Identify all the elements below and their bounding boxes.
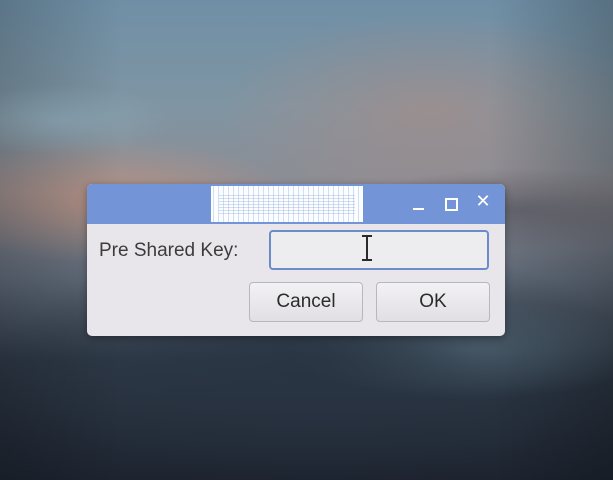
- desktop-background: ✕ Pre Shared Key: Cancel OK: [0, 0, 613, 480]
- pre-shared-key-input[interactable]: [269, 230, 489, 270]
- minimize-button[interactable]: [409, 194, 429, 214]
- maximize-icon: [445, 198, 458, 211]
- minimize-icon: [413, 208, 424, 210]
- title-obscuring-mark: [219, 194, 355, 214]
- ok-button[interactable]: OK: [376, 282, 490, 322]
- dialog-title-obscured: [211, 186, 363, 222]
- maximize-button[interactable]: [441, 194, 461, 214]
- pre-shared-key-dialog: ✕ Pre Shared Key: Cancel OK: [87, 184, 505, 336]
- pre-shared-key-label: Pre Shared Key:: [99, 240, 239, 261]
- text-cursor-icon: [362, 235, 372, 261]
- cancel-button[interactable]: Cancel: [249, 282, 363, 322]
- close-icon: ✕: [475, 191, 491, 212]
- close-button[interactable]: ✕: [473, 191, 493, 214]
- dialog-titlebar[interactable]: ✕: [87, 184, 505, 224]
